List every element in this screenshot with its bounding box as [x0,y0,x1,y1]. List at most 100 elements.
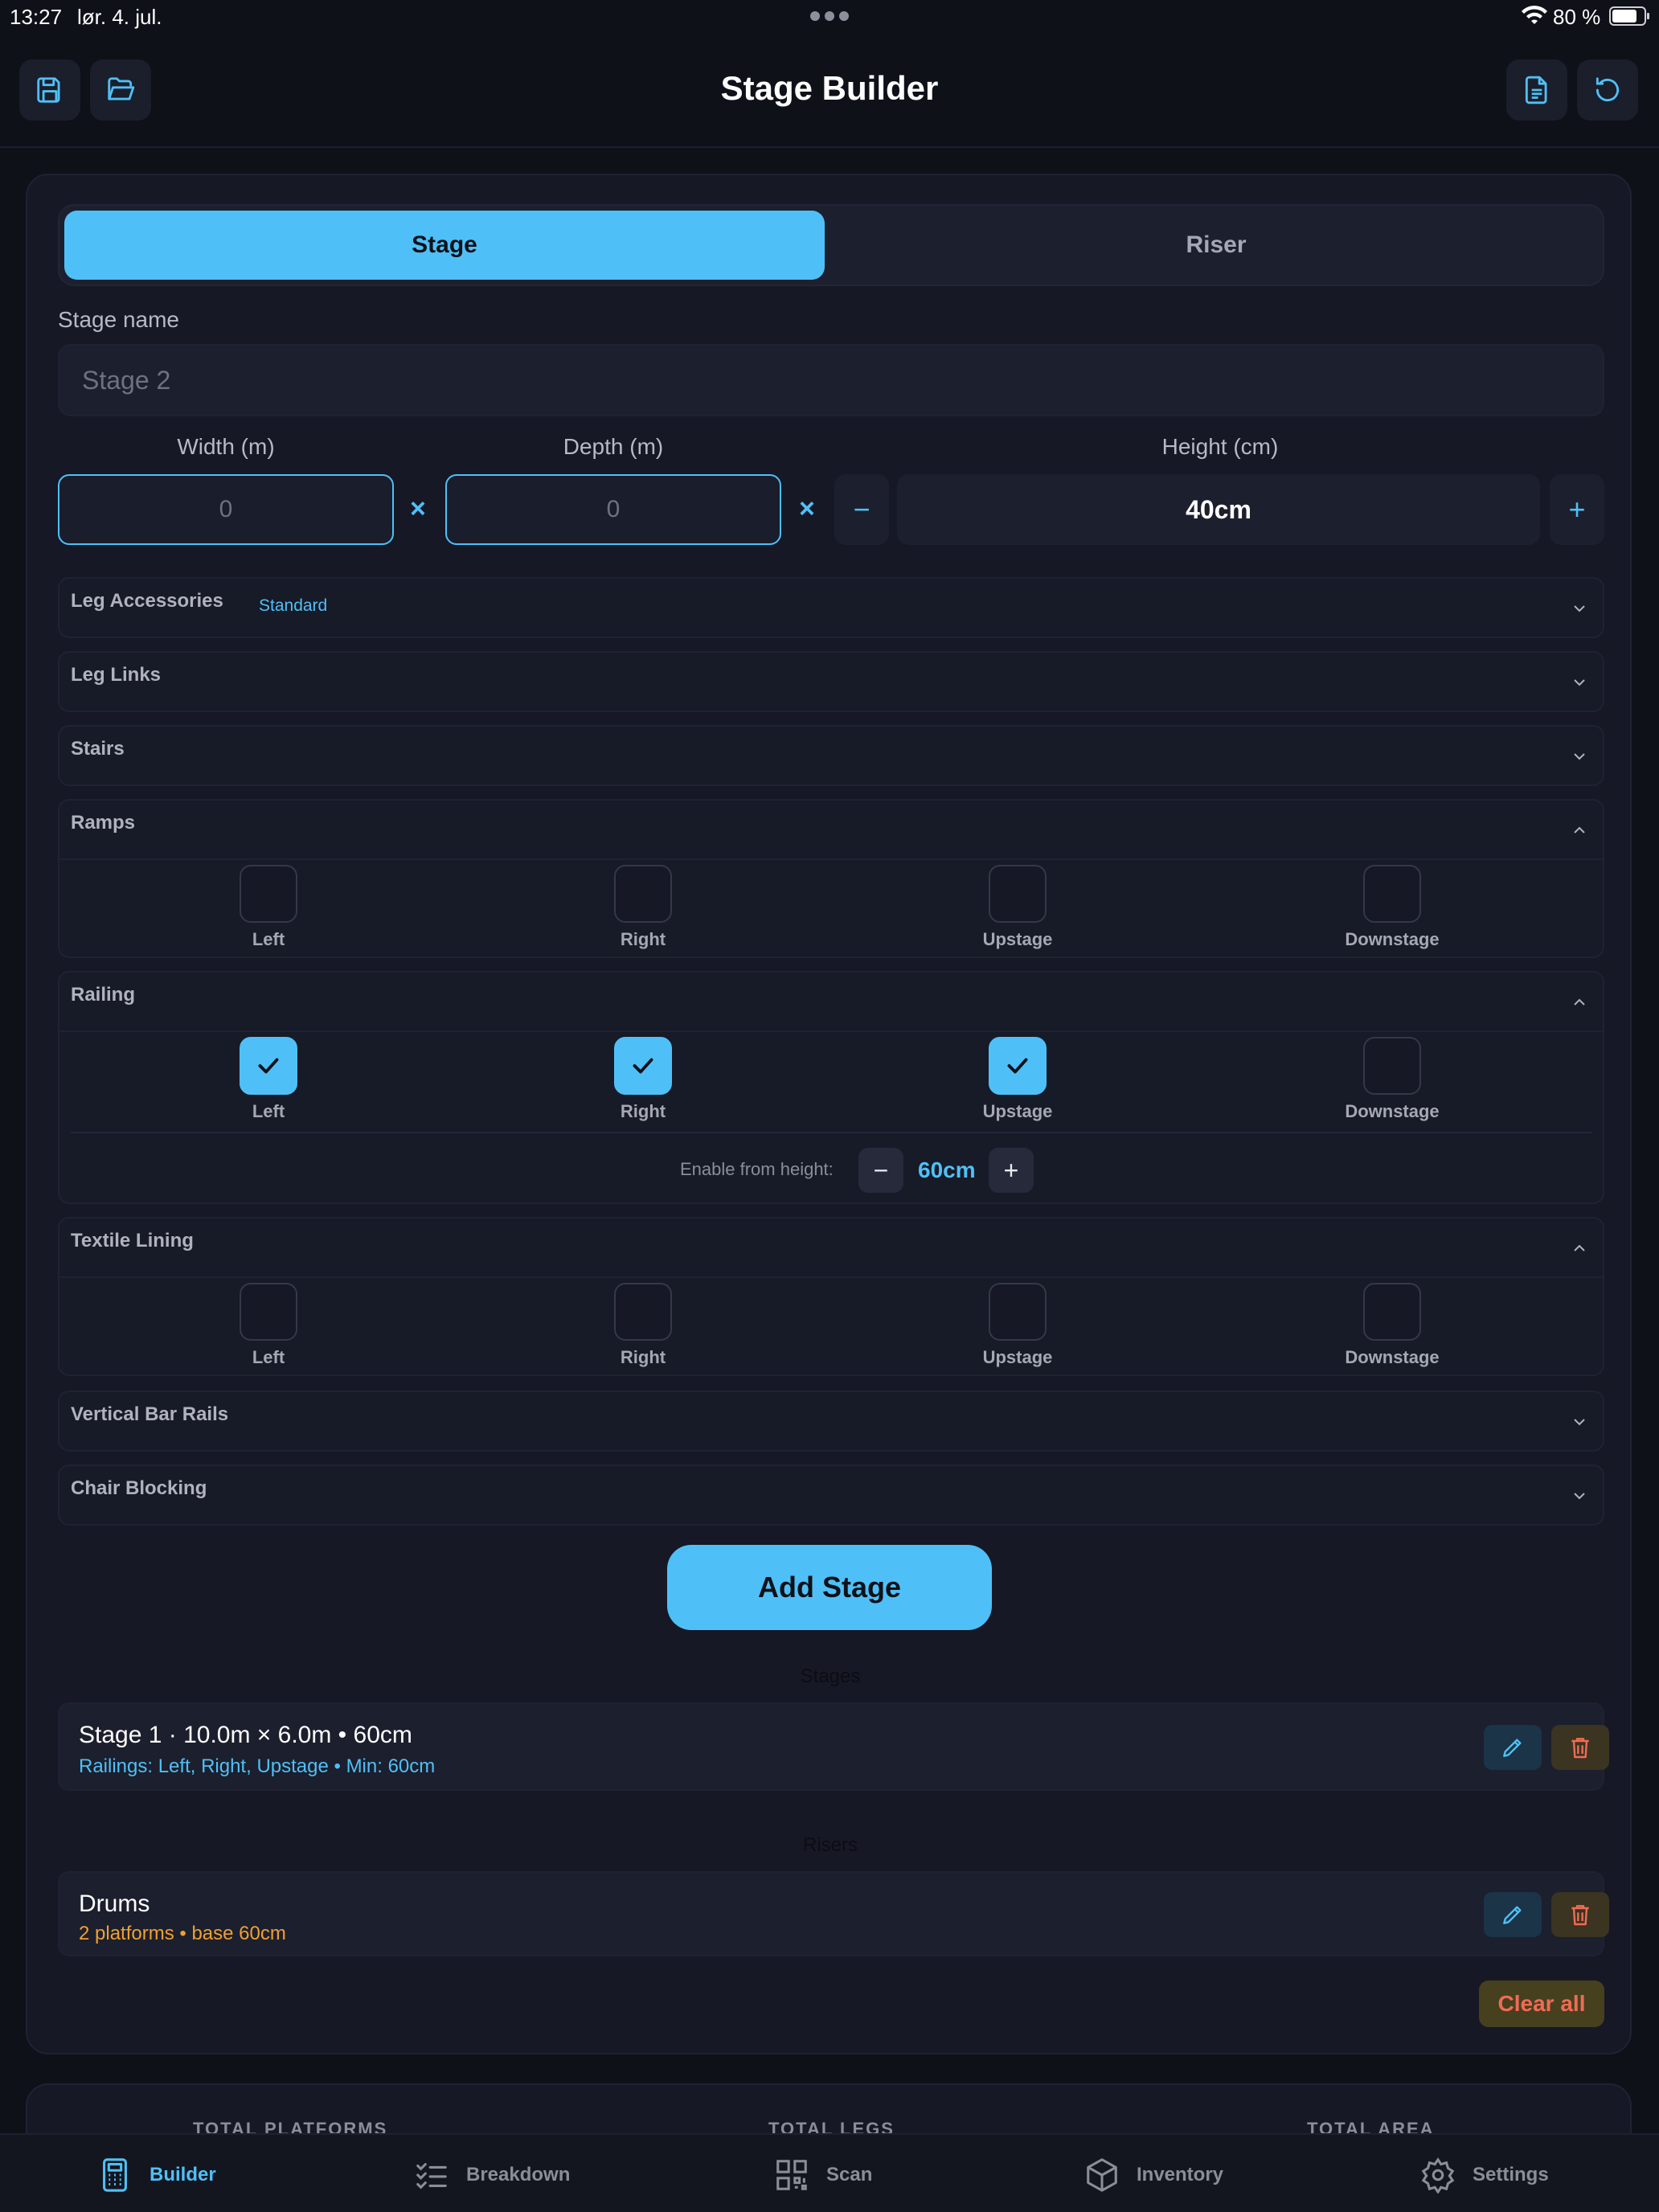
railing-height-value: 60cm [918,1157,976,1182]
accordion-header[interactable]: Railing [59,973,1603,1030]
railing-height-decrease-button[interactable]: − [858,1148,903,1193]
textile-upstage-label: Upstage [982,1347,1053,1367]
accordion-header[interactable]: Ramps [59,801,1603,858]
ramps-upstage-checkbox[interactable] [989,865,1047,923]
ramps-left-checkbox[interactable] [240,865,297,923]
textile-upstage-checkbox[interactable] [989,1283,1047,1341]
railing-downstage-checkbox[interactable] [1363,1037,1421,1095]
checkmark-icon [633,1058,653,1074]
textile-left-checkbox[interactable] [240,1283,297,1341]
delete-riser-button[interactable] [1551,1892,1609,1937]
tab-builder-label: Builder [150,2164,216,2185]
pencil-icon [1503,1906,1522,1924]
depth-input[interactable]: 0 [445,474,781,545]
ramps-right-checkbox[interactable] [614,865,672,923]
height-label: Height (cm) [1161,434,1279,459]
wifi-icon [1522,6,1547,24]
ramps-downstage-checkbox[interactable] [1363,865,1421,923]
chevron-up-icon [1574,998,1585,1006]
railing-left-label: Left [252,1101,285,1121]
pencil-icon [1503,1739,1522,1757]
status-bar: 13:27 lør. 4. jul. 80 % [0,0,1659,35]
accordion-title: Stairs [71,738,125,760]
chevron-up-icon [1574,826,1585,834]
tab-inventory-label: Inventory [1137,2164,1224,2185]
accordion-header[interactable]: Leg Links [59,653,1603,711]
railing-left-checkbox[interactable] [240,1037,297,1095]
reset-button[interactable] [1577,59,1638,121]
trash-icon [1571,1738,1589,1759]
risers-section-label: Risers [802,1834,858,1856]
chevron-down-icon [1574,753,1585,760]
delete-stage-button[interactable] [1551,1725,1609,1770]
tab-inventory[interactable]: Inventory [1083,2153,1223,2198]
chevron-down-icon [1574,679,1585,686]
tab-bar: Builder Breakdown Scan Inventory Setting… [0,2133,1659,2212]
list-item: Stage 1 · 10.0m × 6.0m • 60cm Railings: … [58,1702,1609,1791]
battery-icon [1609,6,1649,26]
clear-all-button[interactable]: Clear all [1479,1981,1604,2027]
multiply-icon: × [799,494,815,524]
export-document-button[interactable] [1506,59,1567,121]
tab-scan[interactable]: Scan [773,2153,872,2198]
textile-downstage-checkbox[interactable] [1363,1283,1421,1341]
railing-upstage-label: Upstage [982,1101,1053,1121]
trash-icon [1571,1905,1589,1926]
builder-card: Stage Riser Stage name Stage 2 Width (m)… [26,174,1632,2054]
tab-settings[interactable]: Settings [1419,2153,1549,2198]
tab-breakdown[interactable]: Breakdown [413,2153,570,2198]
chevron-down-icon [1574,1419,1585,1426]
mode-segmented-control: Stage Riser [58,204,1604,286]
height-value: 40cm [897,474,1540,545]
chevron-down-icon [1574,605,1585,612]
gear-icon [1421,2157,1455,2194]
height-increase-button[interactable]: + [1550,474,1604,545]
multiply-icon: × [410,494,426,524]
textile-options: Left Right Upstage Downstage [59,1276,1603,1376]
edit-riser-button[interactable] [1484,1892,1542,1937]
ramps-options: Left Right Upstage Downstage [59,858,1603,958]
railing-upstage-checkbox[interactable] [989,1037,1047,1095]
add-stage-button[interactable]: Add Stage [667,1545,992,1630]
accordion-leg-accessories: Leg Accessories Standard [58,577,1604,638]
textile-right-checkbox[interactable] [614,1283,672,1341]
tab-breakdown-label: Breakdown [466,2164,571,2185]
tab-scan-label: Scan [826,2164,873,2185]
accordion-stairs: Stairs [58,725,1604,786]
stage-item-title: Stage 1 · 10.0m × 6.0m • 60cm [79,1722,412,1748]
accordion-title: Chair Blocking [71,1477,207,1499]
stage-name-input[interactable]: Stage 2 [58,344,1604,416]
accordion-vertical-bar-rails: Vertical Bar Rails [58,1391,1604,1452]
tab-builder[interactable]: Builder [96,2153,216,2198]
edit-stage-button[interactable] [1484,1725,1542,1770]
ramps-downstage-label: Downstage [1345,929,1440,949]
accordion-header[interactable]: Leg Accessories Standard [59,579,1603,637]
accordion-title: Railing [71,984,136,1006]
accordion-header[interactable]: Stairs [59,727,1603,784]
textile-right-label: Right [620,1347,666,1367]
width-input[interactable]: 0 [58,474,394,545]
accordion-header[interactable]: Chair Blocking [59,1466,1603,1524]
accordion-textile-lining: Textile Lining Left Right Upstage Downst… [58,1217,1604,1376]
accordion-title: Textile Lining [71,1230,194,1251]
accordion-title: Leg Links [71,664,162,686]
qr-code-icon [776,2160,807,2190]
riser-item-title: Drums [79,1890,150,1917]
railing-options: Left Right Upstage Downstage Enable from… [59,1030,1603,1204]
accordion-title: Vertical Bar Rails [71,1403,229,1425]
accordion-header[interactable]: Textile Lining [59,1219,1603,1276]
riser-item-subtitle: 2 platforms • base 60cm [79,1923,286,1944]
accordion-leg-links: Leg Links [58,651,1604,712]
battery-percent: 80 % [1553,5,1601,29]
railing-height-increase-button[interactable]: + [989,1148,1034,1193]
checklist-icon [416,2163,447,2189]
multitasking-dots-icon[interactable] [810,11,849,21]
railing-right-checkbox[interactable] [614,1037,672,1095]
accordion-badge: Standard [259,596,328,615]
height-decrease-button[interactable]: − [834,474,889,545]
accordion-header[interactable]: Vertical Bar Rails [59,1392,1603,1450]
tab-stage[interactable]: Stage [64,211,825,280]
tab-riser[interactable]: Riser [836,211,1596,280]
checkmark-icon [258,1058,279,1074]
status-time: 13:27 [10,5,63,29]
